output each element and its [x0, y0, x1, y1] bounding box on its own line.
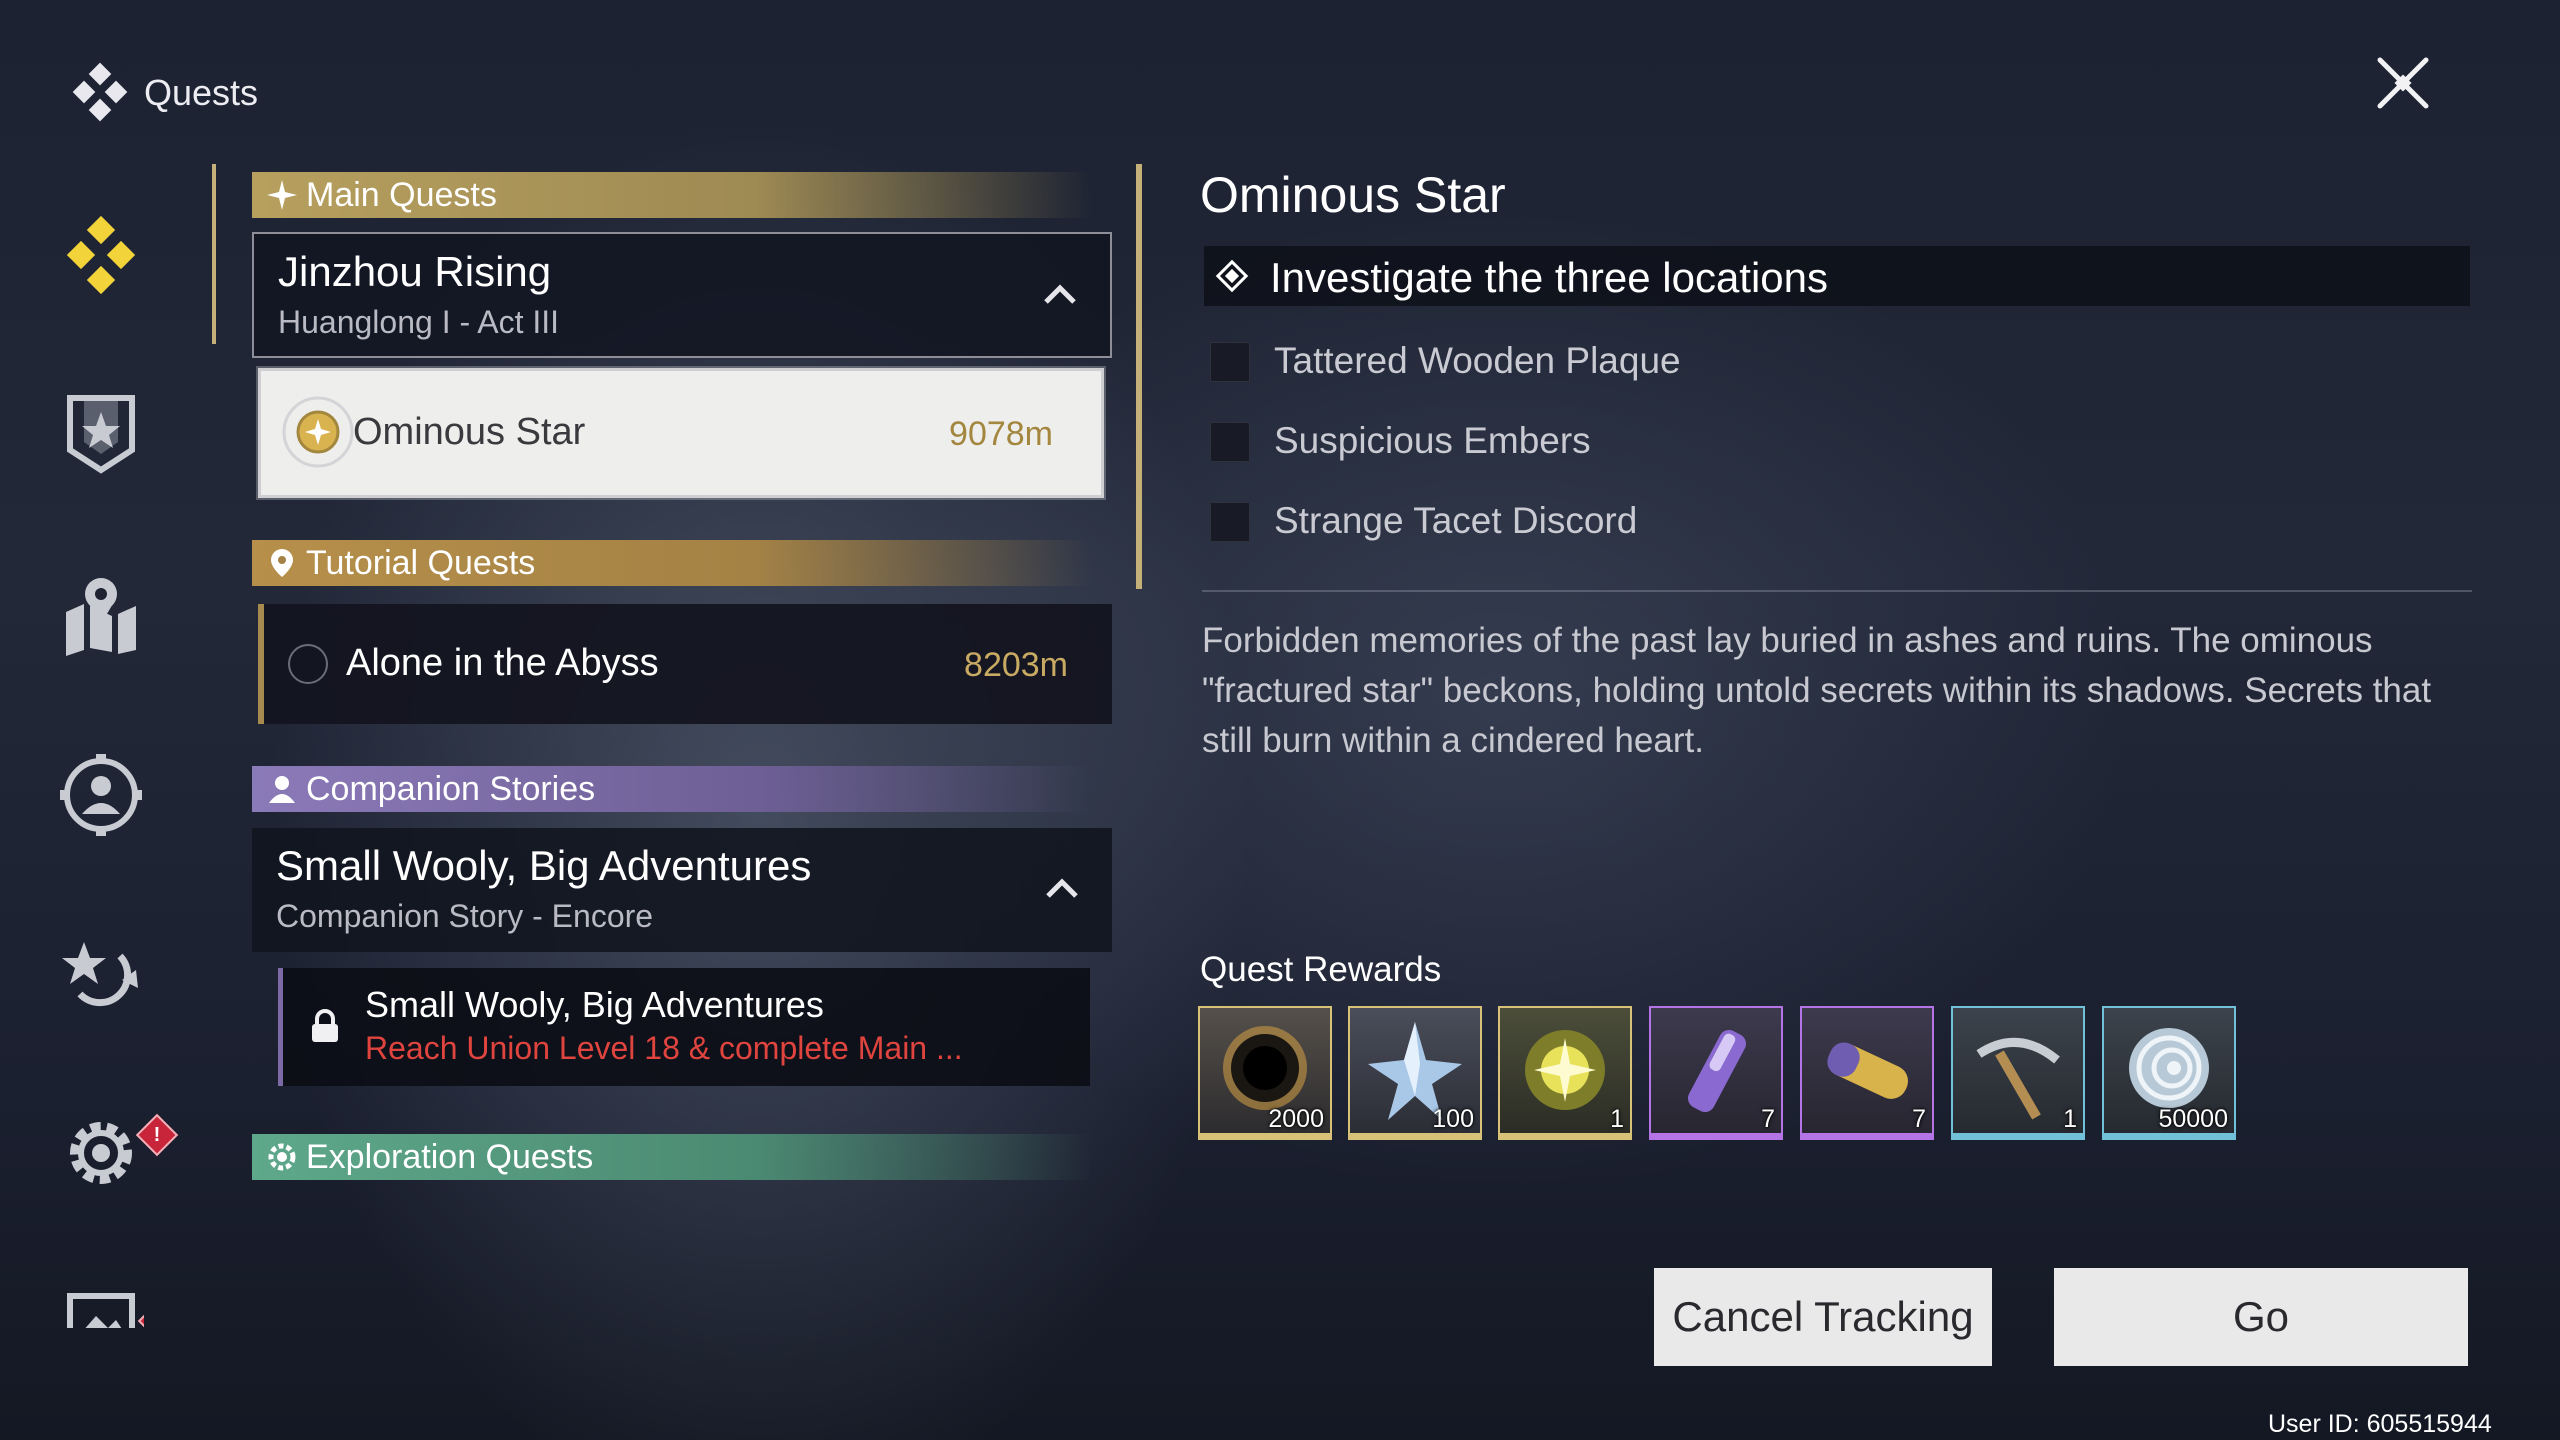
nav-settings[interactable]: ! — [58, 1110, 179, 1196]
quest-title: Ominous Star — [353, 411, 586, 453]
close-icon — [2377, 57, 2429, 109]
go-button[interactable]: Go — [2054, 1268, 2468, 1366]
reward-quantity: 50000 — [2158, 1105, 2228, 1133]
rarity-bar — [1802, 1133, 1932, 1138]
map-pin-icon — [66, 578, 136, 656]
category-label: Companion Stories — [306, 769, 596, 808]
quest-title: Alone in the Abyss — [346, 642, 659, 684]
cancel-tracking-button[interactable]: Cancel Tracking — [1654, 1268, 1992, 1366]
reward-quantity: 1 — [1610, 1105, 1624, 1133]
quest-diamond-icon — [70, 62, 130, 122]
category-label: Main Quests — [306, 175, 497, 214]
sub-objective-text: Tattered Wooden Plaque — [1274, 340, 1681, 381]
person-icon — [262, 769, 302, 809]
lock-icon — [312, 1009, 338, 1042]
nav-quests[interactable] — [58, 212, 144, 298]
quest-item-ominous-star[interactable]: Ominous Star 9078m — [258, 368, 1104, 498]
user-id: User ID: 605515944 — [2268, 1410, 2492, 1438]
reward-item[interactable]: 50000 — [2102, 1006, 2236, 1140]
gear-leaf-icon — [262, 1137, 302, 1177]
quest-title: Small Wooly, Big Adventures — [365, 984, 824, 1025]
quest-distance: 8203m — [964, 646, 1068, 684]
category-label: Exploration Quests — [306, 1137, 594, 1176]
objective-text: Investigate the three locations — [1270, 254, 1829, 301]
quest-item-small-wooly-locked[interactable]: Small Wooly, Big Adventures Reach Union … — [278, 968, 1090, 1086]
shield-star-icon — [67, 395, 135, 474]
nav-bounties[interactable] — [58, 390, 144, 476]
list-scrollbar[interactable] — [1136, 164, 1142, 589]
reward-item[interactable]: 1 — [1498, 1006, 1632, 1140]
location-pin-icon — [262, 543, 302, 583]
person-circle-icon — [60, 754, 142, 836]
rewards-heading: Quest Rewards — [1200, 950, 1442, 989]
category-exploration-quests: Exploration Quests — [252, 1134, 1092, 1180]
category-tutorial-quests: Tutorial Quests — [252, 540, 1092, 586]
nav-screen[interactable]: ! — [58, 1292, 144, 1328]
rarity-bar — [1350, 1133, 1480, 1138]
sub-objective-text: Suspicious Embers — [1274, 420, 1591, 461]
rarity-bar — [1651, 1133, 1781, 1138]
gear-icon — [70, 1122, 132, 1184]
nav-character[interactable] — [58, 752, 144, 838]
category-main-quests: Main Quests — [252, 172, 1092, 218]
nav-rewards[interactable] — [58, 930, 144, 1016]
divider — [1202, 590, 2472, 592]
reward-item[interactable]: 1 — [1951, 1006, 2085, 1140]
unlock-requirement: Reach Union Level 18 & complete Main ... — [365, 1030, 963, 1066]
quest-distance: 9078m — [949, 415, 1053, 453]
untracked-circle-icon — [288, 644, 328, 684]
checkbox-icon — [1210, 422, 1250, 462]
quest-detail-title: Ominous Star — [1200, 167, 1506, 223]
category-label: Tutorial Quests — [306, 543, 536, 582]
checkbox-icon — [1210, 342, 1250, 382]
rarity-bar — [1953, 1133, 2083, 1138]
reward-item[interactable]: 7 — [1649, 1006, 1783, 1140]
rarity-bar — [1200, 1133, 1330, 1138]
objective-diamond-icon — [1215, 259, 1249, 293]
group-title: Small Wooly, Big Adventures — [276, 842, 812, 889]
chevron-up-icon — [1044, 284, 1076, 304]
nav-map[interactable] — [58, 572, 144, 658]
close-button[interactable] — [2370, 50, 2436, 116]
rarity-bar — [2104, 1133, 2234, 1138]
star-refresh-icon — [62, 942, 138, 1007]
checkbox-icon — [1210, 502, 1250, 542]
chevron-up-icon — [1046, 878, 1078, 898]
monitor-icon — [67, 1293, 135, 1328]
reward-quantity: 1 — [2063, 1105, 2077, 1133]
reward-quantity: 7 — [1761, 1105, 1775, 1133]
reward-quantity: 100 — [1432, 1105, 1474, 1133]
reward-quantity: 2000 — [1268, 1105, 1324, 1133]
group-title: Jinzhou Rising — [278, 248, 552, 295]
category-companion-stories: Companion Stories — [252, 766, 1092, 812]
reward-quantity: 7 — [1912, 1105, 1926, 1133]
current-objective: Investigate the three locations — [1204, 246, 2470, 306]
sparkle-icon — [262, 175, 302, 215]
reward-item[interactable]: 2000 — [1198, 1006, 1332, 1140]
group-subtitle: Companion Story - Encore — [276, 898, 654, 934]
page-title: Quests — [144, 72, 259, 113]
quest-group-small-wooly[interactable]: Small Wooly, Big Adventures Companion St… — [252, 828, 1112, 952]
tracked-quest-icon — [282, 396, 354, 468]
sub-objective-text: Strange Tacet Discord — [1274, 500, 1638, 541]
group-subtitle: Huanglong I - Act III — [278, 304, 560, 340]
rarity-bar — [1500, 1133, 1630, 1138]
reward-item[interactable]: 7 — [1800, 1006, 1934, 1140]
quest-description: Forbidden memories of the past lay burie… — [1202, 621, 2432, 760]
list-indicator-rail — [212, 164, 216, 344]
quest-item-alone-in-the-abyss[interactable]: Alone in the Abyss 8203m — [258, 604, 1112, 724]
reward-item[interactable]: 100 — [1348, 1006, 1482, 1140]
quest-diamond-icon — [66, 215, 136, 295]
quest-group-jinzhou-rising[interactable]: Jinzhou Rising Huanglong I - Act III — [252, 232, 1112, 358]
